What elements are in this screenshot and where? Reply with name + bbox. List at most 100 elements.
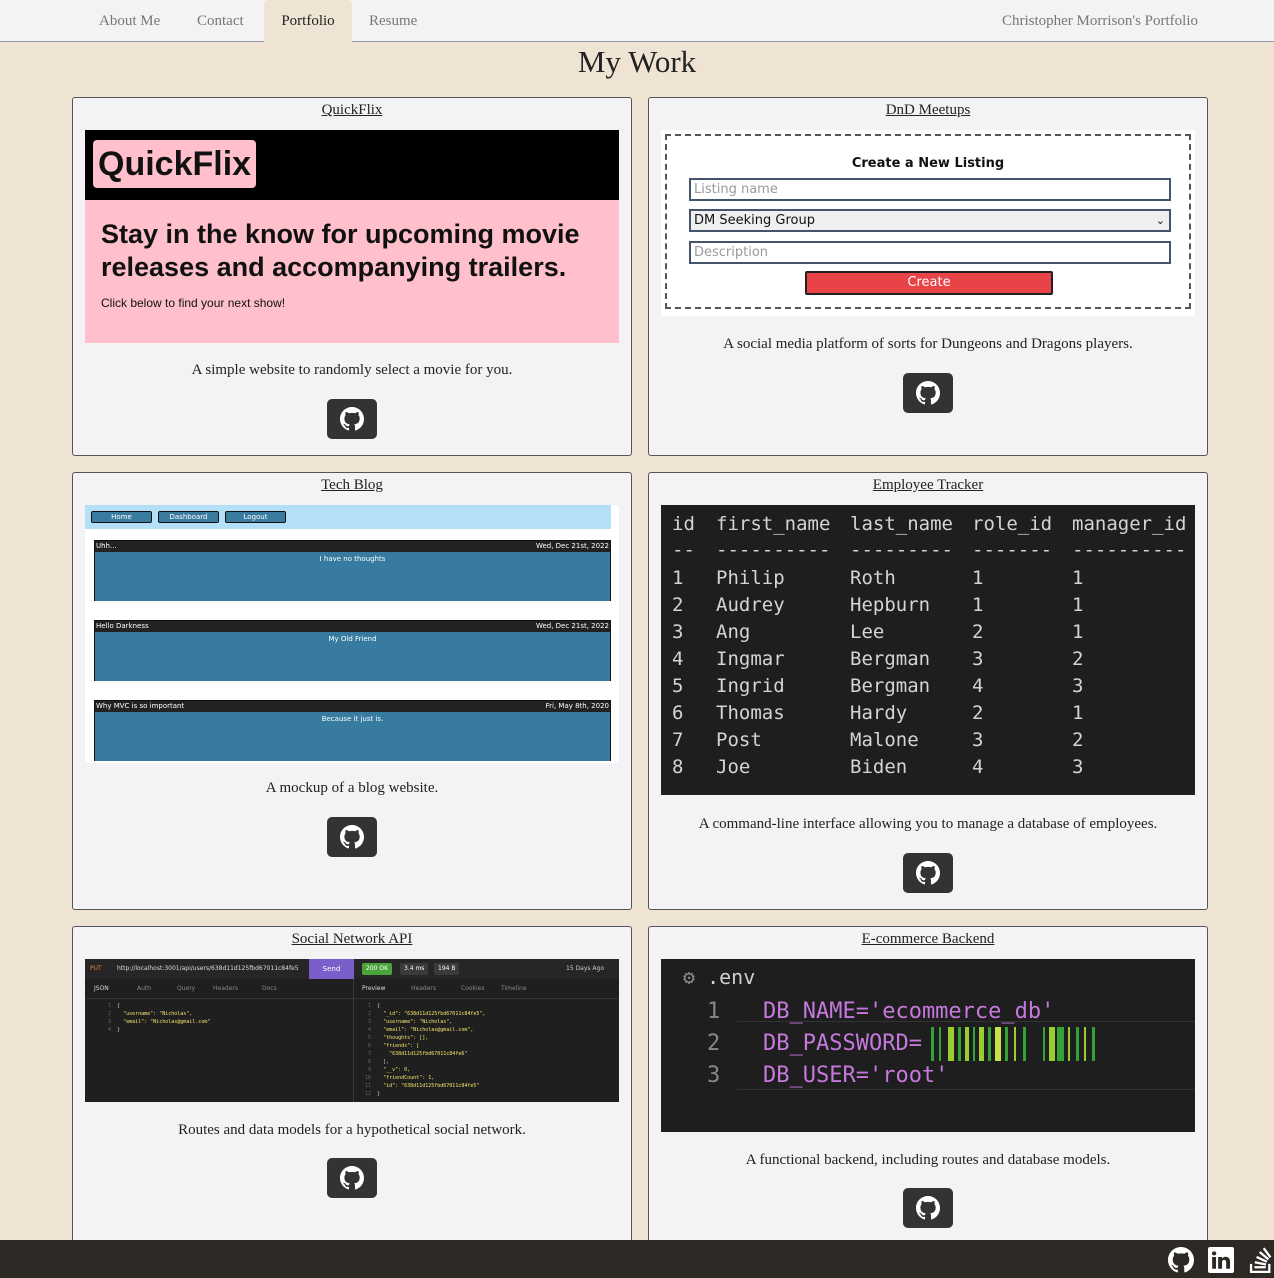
table-cell: 5 (672, 675, 684, 697)
status-badge: 200 OK (362, 963, 393, 975)
code-line: 2 "_id": "638d11d125fbd67011c84fe5", (365, 1011, 486, 1017)
tab-resume[interactable]: Resume (353, 0, 433, 42)
table-cell: 2 (972, 702, 984, 724)
table-cell: 3 (972, 648, 984, 670)
post-title: Uhh... (96, 542, 117, 550)
quickflix-header: QuickFlix (85, 130, 619, 200)
table-cell: 2 (1072, 729, 1084, 751)
table-separator: ------- (972, 539, 1053, 561)
code-line: 1 { (365, 1003, 381, 1009)
code-line: 3 "username": "Nicholas", (365, 1019, 453, 1025)
table-cell: Biden (850, 756, 908, 778)
tab-docs: Docs (262, 985, 277, 992)
code-line: 6 "friends": [ (365, 1043, 420, 1049)
form-heading: Create a New Listing (851, 156, 1005, 171)
table-cell: 4 (972, 756, 984, 778)
table-header-cell: last_name (850, 513, 953, 535)
linkedin-icon[interactable] (1208, 1247, 1234, 1273)
project-title[interactable]: Employee Tracker (649, 477, 1207, 494)
post-date: Fri, May 8th, 2020 (545, 702, 609, 710)
quickflix-logo: QuickFlix (93, 140, 257, 188)
tab-about-me[interactable]: About Me (83, 0, 176, 42)
code-line: 5 "thoughts": [], (365, 1035, 429, 1041)
table-header-cell: id (672, 513, 695, 535)
env-line: DB_USER='root' (763, 1063, 949, 1088)
github-button[interactable] (903, 853, 953, 893)
code-line: 8 ], (365, 1059, 390, 1065)
tab-cookies: Cookies (461, 985, 485, 992)
table-cell: 1 (972, 567, 984, 589)
code-line: 10 "friendCount": 1, (365, 1075, 435, 1081)
tab-headers: Headers (213, 985, 238, 992)
table-cell: Audrey (716, 594, 785, 616)
project-title[interactable]: QuickFlix (73, 102, 631, 119)
github-button[interactable] (327, 1158, 377, 1198)
github-icon[interactable] (1168, 1247, 1195, 1273)
response-size: 194 B (434, 963, 460, 975)
request-body: 1 { 2 "username": "Nicholas", 3 "email":… (105, 1002, 210, 1034)
http-method: PUT (90, 965, 102, 972)
project-card-employee-tracker: Employee Tracker id first_name last_name ro… (648, 472, 1208, 910)
table-cell: 3 (1072, 756, 1084, 778)
project-title[interactable]: DnD Meetups (649, 102, 1207, 119)
env-file-tab: ⚙ .env (683, 965, 755, 989)
code-line: 4 "email": "Nicholas@gmail.com", (365, 1027, 474, 1033)
table-cell: Ingmar (716, 648, 785, 670)
request-url: http://localhost:3001/api/users/638d11d1… (117, 965, 299, 972)
table-separator: ---------- (1072, 539, 1187, 561)
employee-table: id first_name last_name role_id manager_id --… (661, 505, 1195, 795)
table-cell: Philip (716, 567, 785, 589)
project-description: A command-line interface allowing you to… (698, 816, 1158, 832)
listing-form: Create a New Listing Listing name DM See… (665, 134, 1191, 309)
table-cell: 1 (1072, 621, 1084, 643)
line-number: 2 (707, 1031, 721, 1056)
table-cell: 7 (672, 729, 684, 751)
redacted-password (931, 1027, 1095, 1061)
response-tabs: Preview Headers Cookies Timeline (354, 979, 619, 999)
post-body: I have no thoughts (95, 552, 610, 601)
description-field: Description (689, 241, 1171, 264)
blog-nav-home: Home (91, 511, 152, 523)
project-description: A mockup of a blog website. (265, 780, 439, 796)
table-cell: Joe (716, 756, 751, 778)
project-screenshot: id first_name last_name role_id manager_id --… (661, 505, 1195, 795)
project-card-ecommerce-backend: E-commerce Backend ⚙ .env 1 DB_NAME='eco… (648, 926, 1208, 1266)
table-header-cell: role_id (972, 513, 1053, 535)
post-body: Because it just is. (95, 712, 610, 761)
project-title[interactable]: Tech Blog (73, 477, 631, 494)
github-button[interactable] (903, 373, 953, 413)
project-title[interactable]: Social Network API (73, 931, 631, 948)
history-label: 15 Days Ago (566, 965, 605, 972)
project-screenshot: Create a New Listing Listing name DM See… (661, 130, 1195, 316)
table-cell: 2 (1072, 648, 1084, 670)
tab-timeline: Timeline (501, 985, 527, 992)
env-filename: .env (707, 965, 756, 989)
project-description: A functional backend, including routes a… (745, 1152, 1111, 1168)
tab-json: JSON (94, 985, 109, 992)
github-button[interactable] (327, 399, 377, 439)
table-cell: Hardy (850, 702, 908, 724)
project-title[interactable]: E-commerce Backend (649, 931, 1207, 948)
code-line: 12 } (365, 1091, 381, 1097)
post-title: Hello Darkness (96, 622, 149, 630)
github-button[interactable] (903, 1188, 953, 1228)
blog-post: Hello Darkness Wed, Dec 21st, 2022 My Old… (94, 620, 611, 681)
send-button: Send (309, 959, 354, 979)
post-date: Wed, Dec 21st, 2022 (535, 622, 609, 630)
table-cell: 1 (672, 567, 684, 589)
table-separator: --------- (850, 539, 953, 561)
table-cell: 6 (672, 702, 684, 724)
code-line: 3 "email": "Nicholas@gmail.com" (105, 1019, 211, 1025)
tab-contact[interactable]: Contact (181, 0, 260, 42)
listing-type-select: DM Seeking Group ⌄ (689, 209, 1171, 232)
github-button[interactable] (327, 817, 377, 857)
footer (0, 1240, 1274, 1278)
table-separator: ---------- (716, 539, 831, 561)
tab-portfolio[interactable]: Portfolio (264, 0, 352, 42)
table-cell: Post (716, 729, 762, 751)
stackoverflow-icon[interactable] (1248, 1247, 1274, 1273)
blog-nav-dashboard: Dashboard (158, 511, 219, 523)
table-cell: Lee (850, 621, 885, 643)
table-cell: 1 (1072, 702, 1084, 724)
line-number: 3 (707, 1063, 721, 1088)
